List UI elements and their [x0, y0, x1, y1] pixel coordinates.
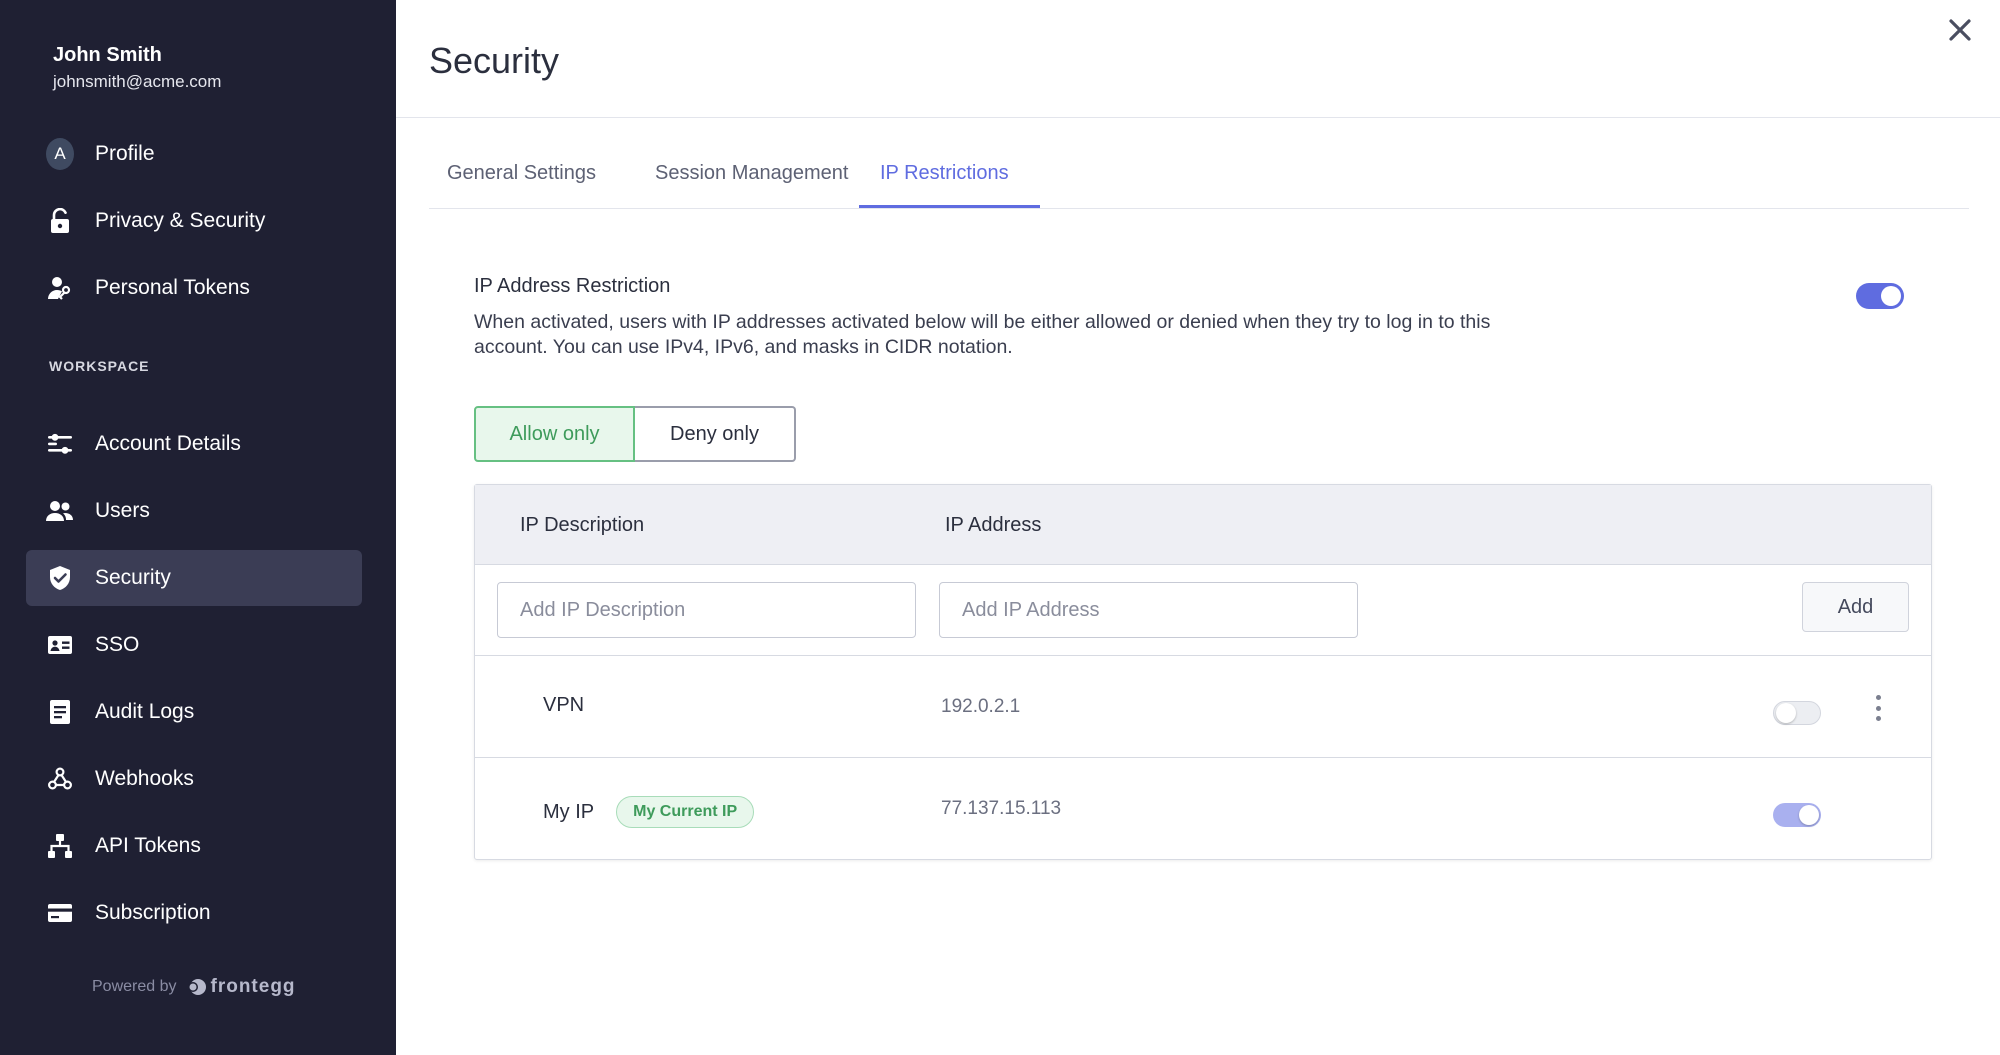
user-info: John Smith johnsmith@acme.com — [53, 44, 221, 92]
sidebar-item-label: API Tokens — [95, 834, 201, 857]
shield-icon — [46, 564, 74, 592]
main-panel: Security General Settings Session Manage… — [396, 0, 2000, 1055]
restriction-title: IP Address Restriction — [474, 275, 671, 297]
sidebar-item-sso[interactable]: SSO — [26, 617, 362, 673]
column-header-address: IP Address — [945, 514, 1042, 536]
frontegg-logo: frontegg — [187, 976, 296, 998]
row-description: My IP My Current IP — [543, 796, 755, 828]
toggle-knob — [1881, 286, 1901, 306]
ip-restriction-toggle[interactable] — [1856, 283, 1904, 309]
sidebar-item-label: Profile — [95, 142, 155, 165]
ip-address-input[interactable] — [939, 582, 1358, 638]
row-ip-address: 77.137.15.113 — [941, 798, 1062, 819]
tab-general-settings[interactable]: General Settings — [447, 162, 596, 185]
allow-only-button[interactable]: Allow only — [474, 406, 635, 462]
avatar: A — [46, 138, 74, 170]
row-ip-address: 192.0.2.1 — [941, 696, 1021, 717]
user-email: johnsmith@acme.com — [53, 72, 222, 91]
sidebar-item-audit-logs[interactable]: Audit Logs — [26, 684, 362, 740]
sliders-icon — [46, 430, 74, 458]
sidebar-item-subscription[interactable]: Subscription — [26, 885, 362, 941]
table-row: My IP My Current IP 77.137.15.113 — [475, 758, 1931, 860]
sidebar-item-label: Security — [95, 566, 171, 589]
sidebar-item-account-details[interactable]: Account Details — [26, 416, 362, 472]
sidebar: John Smith johnsmith@acme.com A Profile … — [0, 0, 396, 1055]
sidebar-section-workspace: WORKSPACE — [49, 358, 150, 374]
sidebar-item-label: SSO — [95, 633, 140, 656]
credit-card-icon — [46, 899, 74, 927]
header-divider — [396, 117, 2000, 118]
sidebar-item-personal-tokens[interactable]: Personal Tokens — [26, 260, 362, 316]
sidebar-item-label: Users — [95, 499, 150, 522]
page-title: Security — [429, 40, 560, 81]
sidebar-item-security[interactable]: Security — [26, 550, 362, 606]
sidebar-item-profile[interactable]: A Profile — [26, 126, 362, 182]
row-description: VPN — [543, 694, 584, 717]
users-icon — [46, 497, 74, 525]
row-description-text: My IP — [543, 800, 595, 823]
lock-icon — [46, 207, 74, 235]
row-toggle-vpn[interactable] — [1773, 701, 1821, 725]
sidebar-item-label: Privacy & Security — [95, 209, 266, 232]
close-button[interactable] — [1946, 16, 1974, 44]
column-header-description: IP Description — [520, 514, 645, 536]
row-description-text: VPN — [543, 694, 585, 716]
tab-session-management[interactable]: Session Management — [655, 162, 848, 185]
row-toggle-my-ip[interactable] — [1773, 803, 1821, 827]
id-card-icon — [46, 631, 74, 659]
close-icon — [1949, 19, 1971, 41]
row-more-icon[interactable] — [1868, 692, 1888, 724]
sidebar-item-privacy-security[interactable]: Privacy & Security — [26, 193, 362, 249]
sidebar-item-label: Personal Tokens — [95, 276, 250, 299]
tab-bar: General Settings Session Management IP R… — [429, 140, 1969, 209]
table-header: IP Description IP Address — [475, 485, 1931, 565]
sidebar-item-users[interactable]: Users — [26, 483, 362, 539]
powered-by: Powered by frontegg — [92, 976, 296, 998]
active-tab-indicator — [859, 205, 1040, 208]
add-ip-row: Add — [475, 565, 1931, 656]
ip-description-input[interactable] — [497, 582, 916, 638]
add-ip-button[interactable]: Add — [1802, 582, 1909, 632]
deny-only-button[interactable]: Deny only — [635, 406, 796, 462]
sidebar-item-label: Audit Logs — [95, 700, 195, 723]
hierarchy-icon — [46, 832, 74, 860]
sidebar-item-webhooks[interactable]: Webhooks — [26, 751, 362, 807]
sidebar-item-label: Subscription — [95, 901, 211, 924]
sidebar-item-label: Webhooks — [95, 767, 194, 790]
brand-name: frontegg — [210, 976, 296, 997]
sidebar-item-api-tokens[interactable]: API Tokens — [26, 818, 362, 874]
ip-table: IP Description IP Address Add VPN 192.0.… — [474, 484, 1932, 860]
user-key-icon — [46, 274, 74, 302]
powered-by-text: Powered by — [92, 978, 177, 995]
user-name: John Smith — [53, 44, 162, 66]
document-icon — [46, 698, 74, 726]
toggle-knob — [1799, 805, 1819, 825]
frontegg-logo-icon — [187, 979, 206, 995]
table-row: VPN 192.0.2.1 — [475, 656, 1931, 758]
tab-ip-restrictions[interactable]: IP Restrictions — [880, 162, 1009, 185]
avatar-icon: A — [46, 138, 74, 170]
current-ip-badge: My Current IP — [616, 796, 755, 828]
restriction-description: When activated, users with IP addresses … — [474, 311, 1491, 358]
webhook-icon — [46, 765, 74, 793]
sidebar-item-label: Account Details — [95, 432, 241, 455]
toggle-knob — [1776, 703, 1796, 723]
